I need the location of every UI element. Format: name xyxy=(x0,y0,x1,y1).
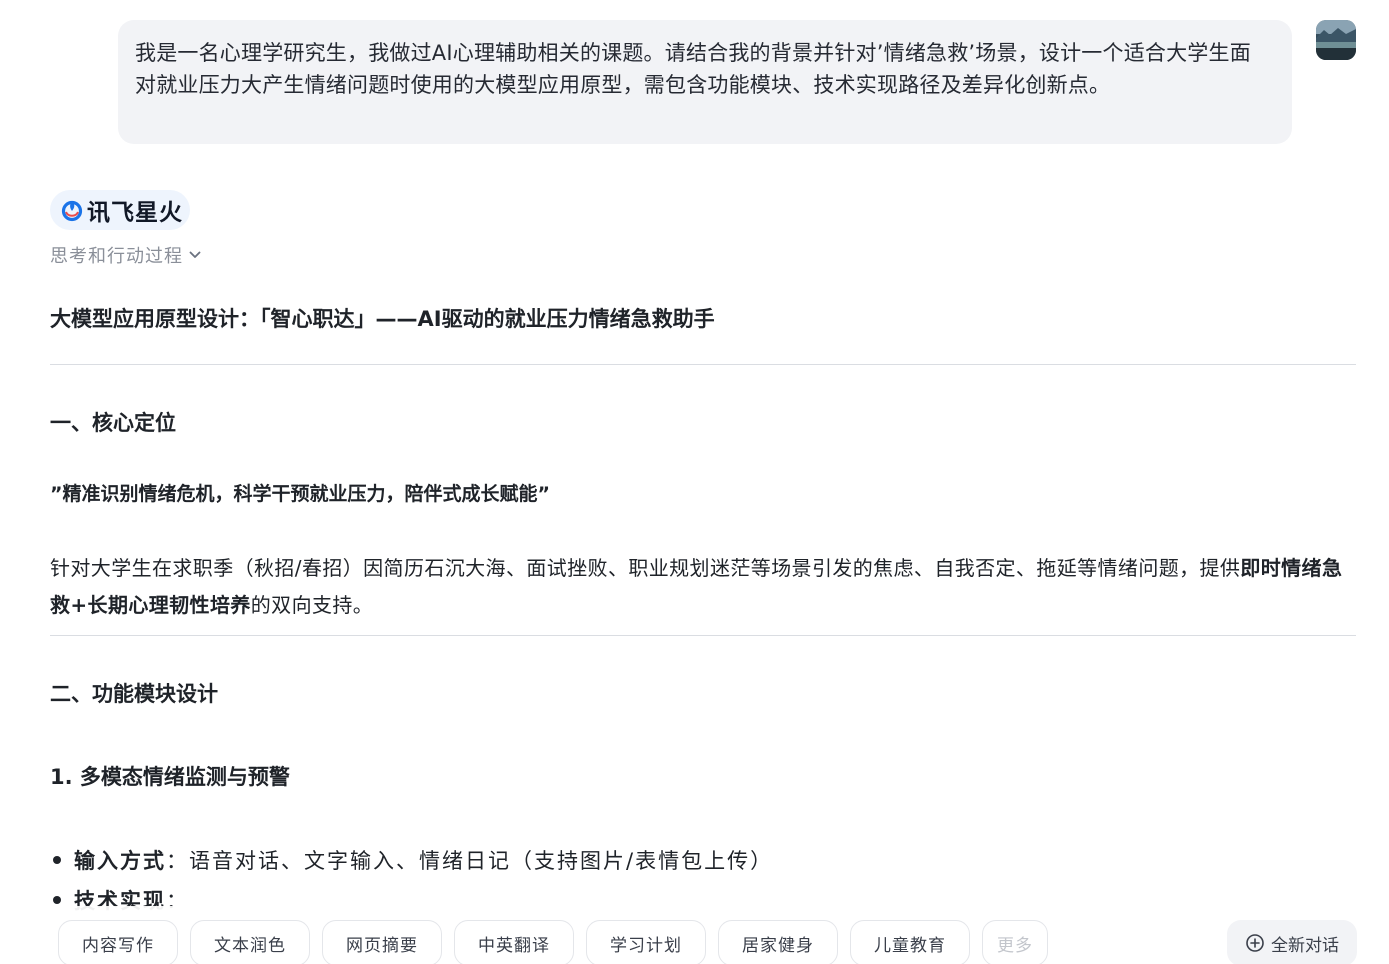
quick-action-polish[interactable]: 文本润色 xyxy=(190,920,310,964)
list-item-separator: ： xyxy=(166,849,189,873)
paragraph-text-2: 的双向支持。 xyxy=(250,593,374,617)
brand-name: 讯飞星火 xyxy=(87,200,183,226)
user-message-text: 我是一名心理学研究生，我做过AI心理辅助相关的课题。请结合我的背景并针对’情绪急… xyxy=(135,41,1251,97)
quick-action-bar: 内容写作 文本润色 网页摘要 中英翻译 学习计划 居家健身 儿童教育 更多 xyxy=(0,906,1389,964)
positioning-paragraph: 针对大学生在求职季（秋招/春招）因简历石沉大海、面试挫败、职业规划迷茫等场景引发… xyxy=(50,550,1356,624)
new-chat-label: 全新对话 xyxy=(1271,935,1339,956)
thinking-process-toggle[interactable]: 思考和行动过程 xyxy=(50,242,201,268)
quick-action-translate[interactable]: 中英翻译 xyxy=(454,920,574,964)
avatar-image xyxy=(1316,20,1356,60)
chat-page: 我是一名心理学研究生，我做过AI心理辅助相关的课题。请结合我的背景并针对’情绪急… xyxy=(0,0,1389,964)
list-item-input-methods: 输入方式：语音对话、文字输入、情绪日记（支持图片/表情包上传） xyxy=(52,845,774,875)
section-heading-modules: 二、功能模块设计 xyxy=(50,682,218,706)
chevron-down-icon xyxy=(189,251,201,258)
quick-action-study-plan[interactable]: 学习计划 xyxy=(586,920,706,964)
quick-action-kids-education[interactable]: 儿童教育 xyxy=(850,920,970,964)
thinking-label: 思考和行动过程 xyxy=(50,246,183,267)
quick-action-fitness[interactable]: 居家健身 xyxy=(718,920,838,964)
divider xyxy=(50,635,1356,636)
quick-action-more[interactable]: 更多 xyxy=(982,920,1048,964)
section-heading-positioning: 一、核心定位 xyxy=(50,411,176,435)
user-message-bubble: 我是一名心理学研究生，我做过AI心理辅助相关的课题。请结合我的背景并针对’情绪急… xyxy=(118,20,1292,144)
divider xyxy=(50,364,1356,365)
plus-circle-icon xyxy=(1246,934,1264,952)
paragraph-text-1: 针对大学生在求职季（秋招/春招）因简历石沉大海、面试挫败、职业规划迷茫等场景引发… xyxy=(50,556,1241,580)
list-item-text: 语音对话、文字输入、情绪日记（支持图片/表情包上传） xyxy=(189,849,774,873)
quick-action-summary[interactable]: 网页摘要 xyxy=(322,920,442,964)
new-chat-button[interactable]: 全新对话 xyxy=(1227,920,1357,964)
answer-title: 大模型应用原型设计：「智心职达」——AI驱动的就业压力情绪急救助手 xyxy=(50,307,715,331)
positioning-slogan: ”精准识别情绪危机，科学干预就业压力，陪伴式成长赋能” xyxy=(50,483,550,505)
spark-logo-icon xyxy=(61,200,83,222)
quick-action-writing[interactable]: 内容写作 xyxy=(58,920,178,964)
subsection-heading-monitoring: 1. 多模态情绪监测与预警 xyxy=(50,765,290,789)
user-avatar[interactable] xyxy=(1316,20,1356,60)
list-item-label: 输入方式 xyxy=(74,849,166,873)
assistant-brand: 讯飞星火 xyxy=(50,190,190,230)
